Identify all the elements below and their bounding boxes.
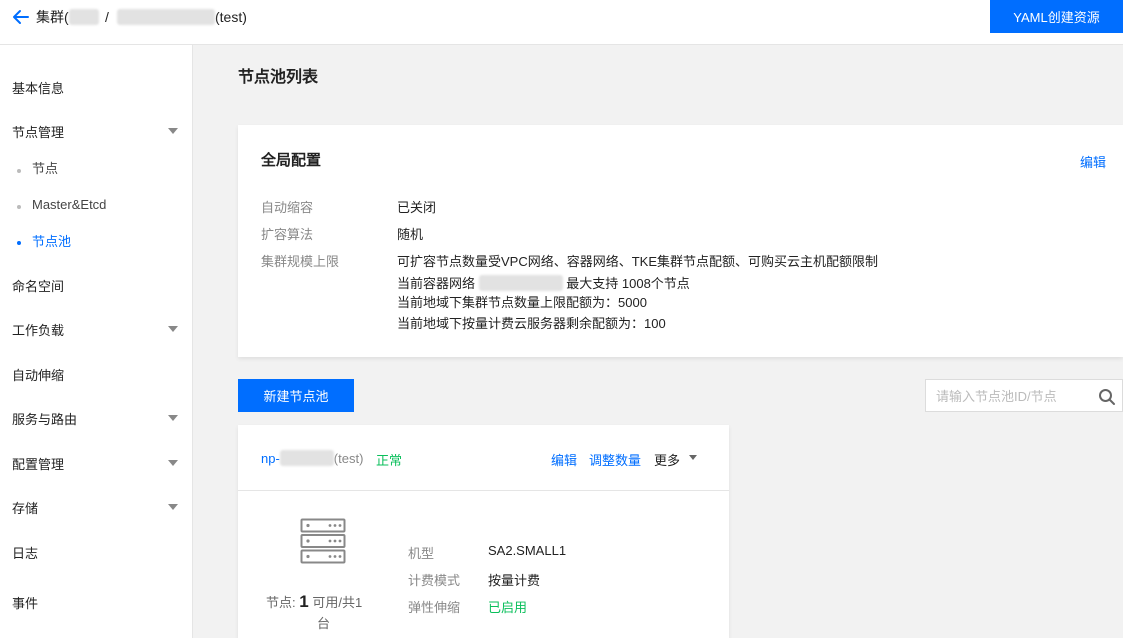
region-node-quota: 当前地域下集群节点数量上限配额为：5000 [397,295,647,310]
caret-down-icon[interactable] [689,455,697,460]
instance-type-value: SA2.SMALL1 [488,543,567,558]
new-node-pool-button[interactable]: 新建节点池 [238,379,354,412]
scale-algorithm-label: 扩容算法 [261,227,314,242]
breadcrumb-separator: / [105,9,109,25]
sidebar-subitem-nodes[interactable]: 节点 [32,161,58,177]
region-cvm-quota: 当前地域下按量计费云服务器剩余配额为：100 [397,316,666,331]
sidebar-item-node-management[interactable]: 节点管理 [12,125,64,141]
breadcrumb-cluster-label: 集群( [36,9,69,25]
billing-mode-label: 计费模式 [408,573,461,588]
more-dropdown[interactable]: 更多 [654,450,680,469]
auto-scaling-value: 已启用 [488,600,528,615]
chevron-down-icon[interactable] [168,128,178,134]
node-pool-name-suffix: (test) [333,451,364,466]
sidebar-item-basic-info[interactable]: 基本信息 [12,81,64,97]
node-pool-search [925,379,1123,412]
bullet-icon [17,241,21,245]
container-network-max-nodes: 最大支持 1008个节点 [566,276,690,291]
node-count-total: 可用/共1 [312,595,363,610]
node-pool-id-prefix: np- [261,451,280,466]
search-input[interactable] [936,387,1086,405]
auto-scaling-label: 弹性伸缩 [408,600,461,615]
sidebar-item-storage[interactable]: 存储 [12,501,38,517]
global-config-edit-link[interactable]: 编辑 [1080,152,1106,171]
node-count-label: 节点: [266,595,296,610]
global-config-title: 全局配置 [261,152,322,169]
server-icon [300,518,346,564]
cluster-limit-label: 集群规模上限 [261,254,340,269]
node-pool-card: np- (test) 正常 编辑 调整数量 更多 节点: 1 可用/共1 台 机型… [238,425,729,638]
instance-type-label: 机型 [408,546,435,561]
sidebar-subitem-master-etcd[interactable]: Master&Etcd [32,197,106,213]
chevron-down-icon[interactable] [168,504,178,510]
container-network-limit: 当前容器网络 最大支持 1008个节点 [397,275,690,292]
redacted-cluster-id [68,9,99,25]
node-count-unit: 台 [317,616,331,631]
sidebar-item-config-management[interactable]: 配置管理 [12,457,64,473]
global-config-card: 全局配置 编辑 自动缩容 已关闭 扩容算法 随机 集群规模上限 可扩容节点数量受… [238,125,1123,357]
auto-scale-down-value: 已关闭 [397,200,437,215]
node-count: 节点: 1 可用/共1 [266,591,362,614]
bullet-icon [17,205,21,209]
container-network-label: 当前容器网络 [397,276,476,291]
cluster-limit-value: 可扩容节点数量受VPC网络、容器网络、TKE集群节点配额、可购买云主机配额限制 [397,254,879,269]
adjust-count-link[interactable]: 调整数量 [589,450,641,469]
scale-algorithm-value: 随机 [397,227,424,242]
back-arrow-icon[interactable] [12,8,30,26]
sidebar-item-events[interactable]: 事件 [12,596,38,612]
sidebar-item-service-routing[interactable]: 服务与路由 [12,412,77,428]
node-count-available: 1 [299,592,309,611]
breadcrumb-cluster[interactable]: 集群( [36,8,99,26]
sidebar-item-workload[interactable]: 工作负载 [12,323,64,339]
redacted-network-cidr [478,275,563,291]
chevron-down-icon[interactable] [168,326,178,332]
sidebar-subitem-node-pool[interactable]: 节点池 [32,234,71,250]
billing-mode-value: 按量计费 [488,573,541,588]
sidebar-item-logs[interactable]: 日志 [12,546,38,562]
yaml-create-button[interactable]: YAML创建资源 [990,0,1123,33]
bullet-icon [17,169,21,173]
chevron-down-icon[interactable] [168,415,178,421]
sidebar-item-namespace[interactable]: 命名空间 [12,279,64,295]
page-title: 节点池列表 [238,69,319,86]
breadcrumb-current-label: (test) [215,9,247,25]
node-pool-edit-link[interactable]: 编辑 [551,450,577,469]
search-icon[interactable] [1098,388,1116,406]
chevron-down-icon[interactable] [168,460,178,466]
node-pool-header: np- (test) 正常 编辑 调整数量 更多 [238,425,729,491]
top-bar: 集群( / (test) YAML创建资源 [0,0,1123,45]
auto-scale-down-label: 自动缩容 [261,200,314,215]
sidebar: 基本信息 节点管理 节点 Master&Etcd 节点池 命名空间 工作负载 自… [0,45,193,638]
node-pool-name-link[interactable]: np- (test) [261,450,363,466]
redacted-cluster-name [117,9,215,25]
redacted-pool-id [279,450,334,466]
sidebar-item-autoscaling[interactable]: 自动伸缩 [12,368,64,384]
status-badge: 正常 [376,453,403,468]
breadcrumb-current: (test) [117,8,247,26]
